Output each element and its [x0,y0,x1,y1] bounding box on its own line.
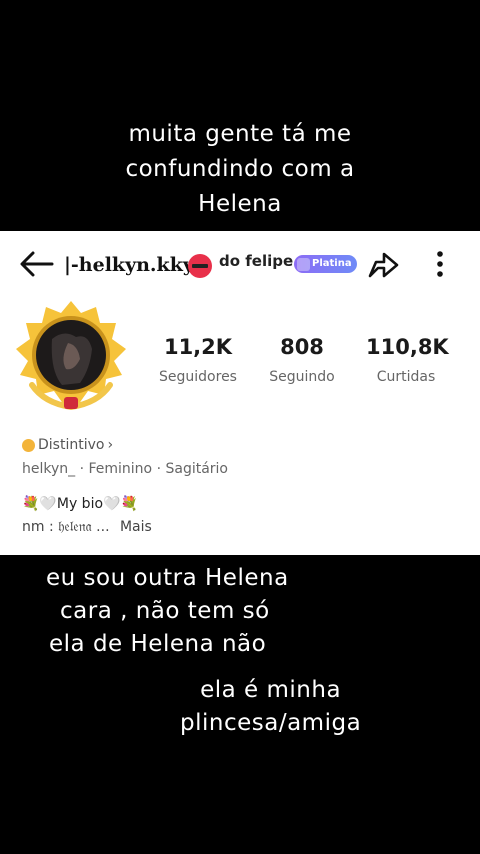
distintivo-label: Distintivo [38,437,105,453]
no-smoking-icon [188,254,212,278]
stat-label: Seguindo [269,369,335,385]
stat-seguindo[interactable]: 808 Seguindo [264,335,340,385]
caption-top: muita gente tá me confundindo com a Hele… [0,117,480,222]
profile-meta: helkyn_ · Feminino · Sagitário [22,461,228,477]
stat-value: 110,8K [366,335,449,359]
chevron-right-icon: › [107,437,114,453]
badge-label: Platina [312,258,352,269]
stat-curtidas[interactable]: 110,8K Curtidas [366,335,449,385]
caption-line: ela de Helena não [49,631,267,657]
stat-label: Seguidores [159,369,237,385]
bio-line: 💐🤍My bio🤍💐 [22,496,138,512]
caption-line: ela é minha [200,677,342,703]
distintivo-icon [22,438,35,452]
caption-line: plincesa/amiga [180,710,362,736]
caption-line: confundindo com a [125,156,355,182]
caption-middle: eu sou outra Helena cara , não tem só el… [46,562,289,661]
caption-line: muita gente tá me [128,121,352,147]
more-vertical-icon[interactable] [430,249,450,279]
share-icon[interactable] [366,248,400,282]
back-arrow-icon[interactable] [18,249,54,279]
stat-label: Curtidas [376,369,436,385]
bio-text: nm : 𝔥𝔢𝔩𝔢𝔫𝔞 ... [22,519,110,535]
caption-line: cara , não tem só [60,598,270,624]
platina-badge[interactable]: Platina [294,255,357,273]
more-button[interactable]: Mais [120,519,152,535]
caption-line: eu sou outra Helena [46,565,289,591]
bio-line: nm : 𝔥𝔢𝔩𝔢𝔫𝔞 ... Mais [22,519,152,535]
profile-panel: |-helkyn.kky do felipe Platina 11,2K Seg… [0,231,480,555]
stat-value: 11,2K [163,335,233,359]
distintivo-link[interactable]: Distintivo › [22,437,113,453]
caption-bottom: ela é minha plincesa/amiga [180,674,361,740]
stat-value: 808 [280,335,324,359]
caption-line: Helena [198,191,282,217]
badge-icon [297,257,310,271]
stat-seguidores[interactable]: 11,2K Seguidores [158,335,238,385]
avatar[interactable] [14,299,128,417]
profile-nickname-suffix: do felipe [219,252,294,270]
profile-username: |-helkyn.kky [64,254,194,276]
